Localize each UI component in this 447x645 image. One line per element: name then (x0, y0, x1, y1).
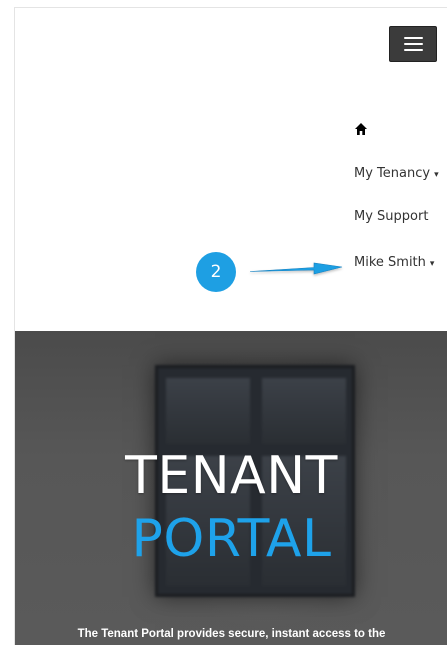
window-pane (262, 378, 346, 444)
hamburger-menu-icon-bar (403, 49, 423, 51)
hero-description: The Tenant Portal provides secure, insta… (77, 628, 386, 640)
nav-item-label: My Tenancy (354, 166, 431, 181)
hero-title-line-2: PORTAL (131, 509, 332, 569)
nav-item-home[interactable] (354, 122, 370, 138)
window-pane (166, 378, 250, 444)
hamburger-menu-icon (403, 37, 423, 39)
hamburger-menu-icon-bar (403, 43, 423, 45)
nav-item-label: My Support (354, 209, 429, 224)
hero-title-line-1: TENANT (125, 446, 338, 506)
nav-item-my-tenancy[interactable]: My Tenancy ▾ (354, 166, 439, 181)
home-icon (355, 123, 367, 135)
menu-toggle-button[interactable] (389, 26, 437, 62)
step-number-badge: 2 (196, 252, 236, 292)
nav-item-my-support[interactable]: My Support (354, 209, 428, 224)
user-name-label: Mike Smith (354, 255, 426, 270)
arrow-right-icon (249, 262, 343, 275)
chevron-down-icon: ▾ (434, 170, 439, 180)
hero-banner: TENANT PORTAL The Tenant Portal provides… (15, 331, 447, 645)
page-frame: My Tenancy ▾ My Support Mike Smith ▾ 2 TEN… (14, 7, 447, 645)
chevron-down-icon: ▾ (429, 259, 435, 269)
nav-item-user-menu[interactable]: Mike Smith ▾ (354, 255, 434, 270)
